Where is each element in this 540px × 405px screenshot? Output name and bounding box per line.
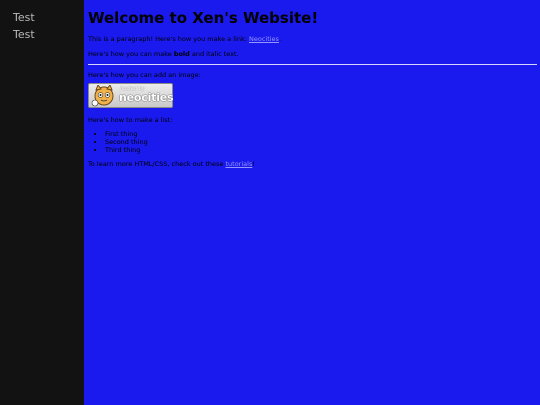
- paragraph-tutorials-end: !: [252, 160, 255, 168]
- badge-neocities: neocities: [119, 91, 174, 104]
- paragraph-link: This is a paragraph! Here's how you make…: [88, 35, 538, 43]
- paragraph-list: Here's how to make a list:: [88, 116, 173, 124]
- tutorials-link[interactable]: tutorials: [225, 160, 252, 168]
- neocities-link[interactable]: Neocities: [249, 35, 279, 43]
- sidebar: Test Test: [0, 0, 84, 405]
- sidebar-item-test-1[interactable]: Test: [0, 9, 84, 26]
- list-item: First thing: [105, 130, 538, 138]
- neocities-badge: hosted by neocities: [88, 83, 174, 108]
- paragraph-bold-pre: Here's how you can make: [88, 50, 174, 58]
- list-item: Second thing: [105, 138, 538, 146]
- page-title: Welcome to Xen's Website!: [88, 9, 319, 27]
- page: Test Test Welcome to Xen's Website! This…: [0, 0, 540, 405]
- bold-text: bold: [173, 50, 190, 58]
- sidebar-item-test-2[interactable]: Test: [0, 26, 84, 43]
- list-item: Third thing: [105, 146, 538, 154]
- paragraph-tutorials: To learn more HTML/CSS, check out these …: [88, 160, 538, 168]
- divider: [88, 64, 537, 65]
- paragraph-link-text: This is a paragraph! Here's how you make…: [88, 35, 249, 43]
- paragraph-image: Here's how you can add an image:: [88, 71, 201, 79]
- paragraph-tutorials-pre: To learn more HTML/CSS, check out these: [88, 160, 226, 168]
- paragraph-bold-post: and italic text.: [189, 50, 239, 58]
- neocities-cat-icon: [91, 85, 114, 107]
- example-list: First thing Second thing Third thing: [88, 130, 538, 154]
- paragraph-link-end: .: [278, 35, 282, 43]
- paragraph-bold: Here's how you can make bold and italic …: [88, 50, 538, 58]
- main-content: Welcome to Xen's Website! This is a para…: [88, 0, 538, 168]
